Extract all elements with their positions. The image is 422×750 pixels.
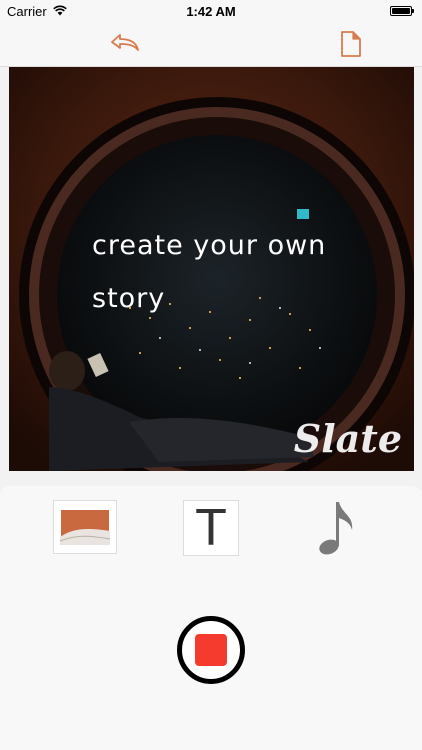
story-caption-line-1: create your own — [92, 230, 327, 261]
battery-icon — [390, 6, 414, 16]
story-canvas[interactable]: create your own story Slate — [9, 67, 414, 471]
nav-bar — [0, 22, 422, 67]
text-icon: T — [195, 499, 227, 557]
add-image-button[interactable] — [53, 500, 117, 554]
undo-button[interactable] — [106, 30, 144, 58]
image-icon — [59, 508, 111, 546]
undo-arrow-icon — [111, 34, 139, 51]
status-bar: Carrier 1:42 AM — [0, 0, 422, 22]
add-music-button[interactable] — [314, 500, 358, 558]
slate-watermark: Slate — [293, 416, 402, 461]
add-text-button[interactable]: T — [183, 499, 239, 557]
new-page-button[interactable] — [338, 30, 364, 58]
stop-record-icon — [195, 634, 227, 666]
record-stop-button[interactable] — [177, 616, 245, 684]
story-caption[interactable]: create your own story — [92, 219, 392, 325]
story-caption-line-2: story — [92, 283, 166, 314]
new-page-icon — [341, 31, 361, 57]
status-time: 1:42 AM — [186, 4, 236, 19]
music-note-icon — [319, 502, 353, 555]
tool-panel: T — [0, 486, 422, 750]
